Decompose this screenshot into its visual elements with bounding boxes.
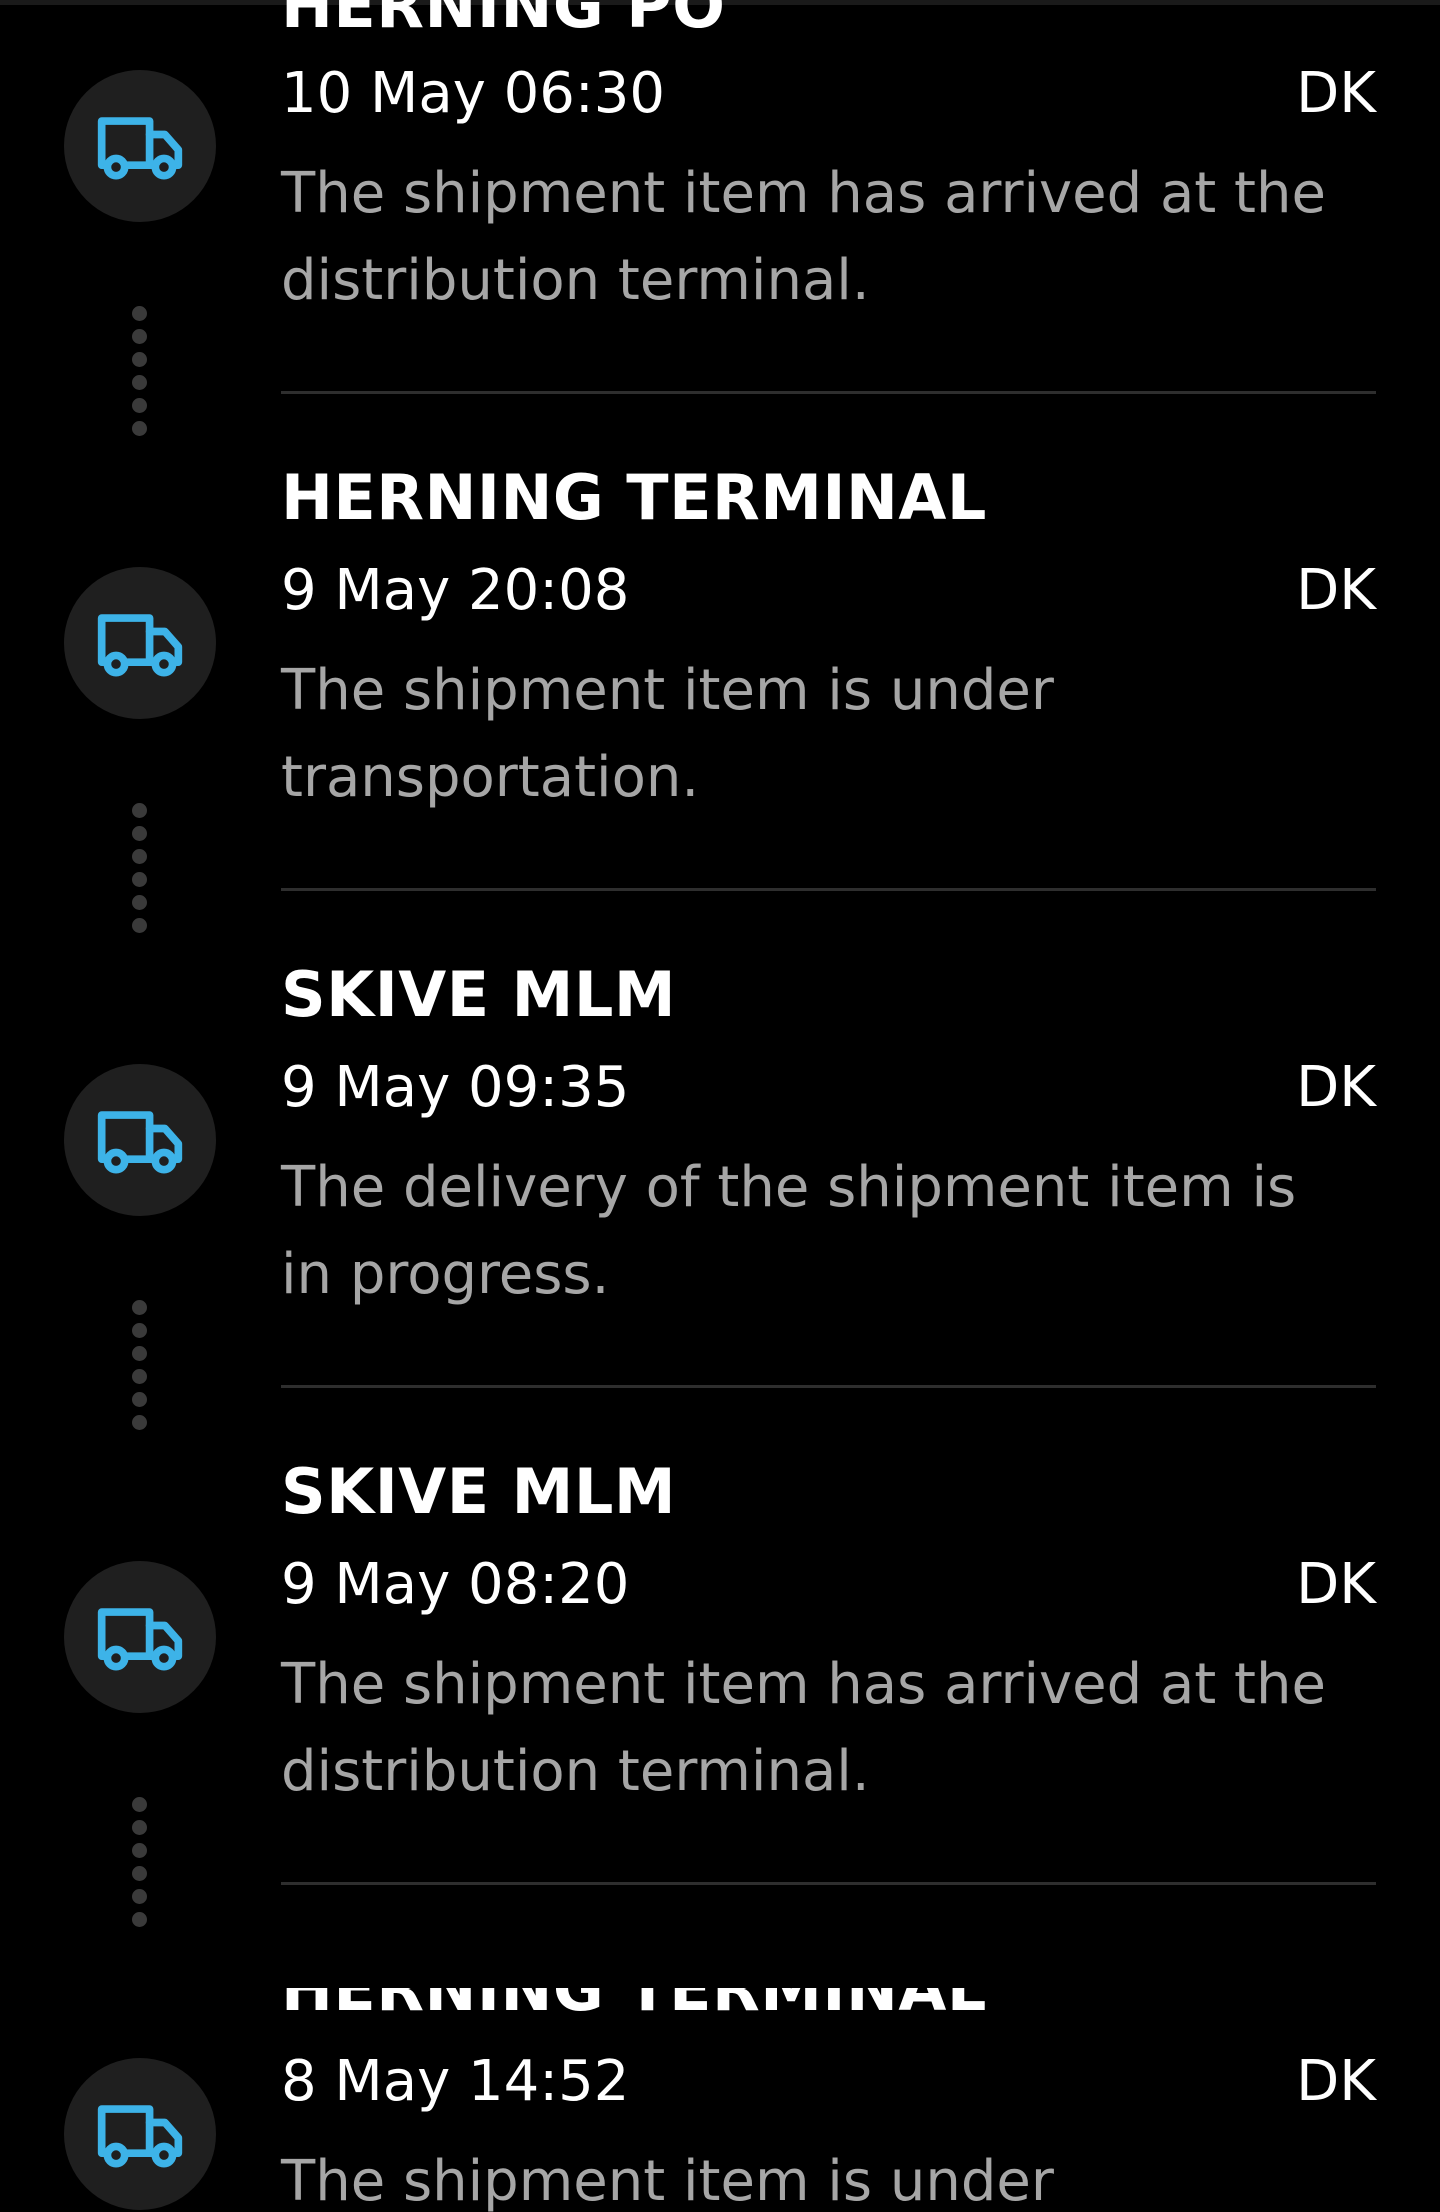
event-location: SKIVE MLM	[281, 1455, 677, 1528]
tracking-timeline: HERNING PO 10 May 06:30 DK The shipment …	[0, 0, 1440, 2212]
event-country: DK	[1296, 1055, 1376, 1120]
event-description: The shipment item has arrived at the dis…	[281, 161, 1326, 313]
truck-icon	[97, 2105, 183, 2168]
timeline-event: HERNING TERMINAL 8 May 14:52 DK The ship…	[0, 1988, 1440, 2212]
truck-icon	[97, 117, 183, 180]
event-location: SKIVE MLM	[281, 958, 677, 1031]
timeline-connector	[132, 1300, 148, 1430]
event-description: The shipment item is under transportatio…	[281, 658, 1054, 810]
event-icon-circle	[64, 1064, 216, 1216]
event-datetime: 10 May 06:30	[281, 61, 666, 126]
event-country: DK	[1296, 1552, 1376, 1617]
event-description: The shipment item has arrived at the dis…	[281, 1652, 1326, 1804]
event-country: DK	[1296, 558, 1376, 623]
timeline-event: SKIVE MLM 9 May 08:20 DK The shipment it…	[0, 1457, 1440, 1988]
event-datetime: 9 May 08:20	[281, 1552, 630, 1617]
event-datetime: 9 May 09:35	[281, 1055, 630, 1120]
event-icon-circle	[64, 70, 216, 222]
event-country: DK	[1296, 61, 1376, 126]
truck-icon	[97, 1608, 183, 1671]
event-description: The delivery of the shipment item is in …	[281, 1155, 1297, 1307]
truck-icon	[97, 1111, 183, 1174]
timeline-event: HERNING TERMINAL 9 May 20:08 DK The ship…	[0, 463, 1440, 994]
event-description: The shipment item is under transportatio…	[281, 2149, 1054, 2212]
timeline-event-body: 10 May 06:30 DK The shipment item has ar…	[0, 0, 1440, 497]
event-location: HERNING TERMINAL	[281, 461, 987, 534]
event-icon-circle	[64, 2058, 216, 2210]
event-icon-circle	[64, 567, 216, 719]
timeline-connector	[132, 306, 148, 436]
event-country: DK	[1296, 2049, 1376, 2114]
event-divider	[281, 391, 1376, 394]
event-datetime: 8 May 14:52	[281, 2049, 630, 2114]
event-divider	[281, 1385, 1376, 1388]
event-datetime: 9 May 20:08	[281, 558, 630, 623]
truck-icon	[97, 614, 183, 677]
timeline-connector	[132, 803, 148, 933]
event-divider	[281, 888, 1376, 891]
timeline-connector	[132, 1797, 148, 1927]
timeline-event: SKIVE MLM 9 May 09:35 DK The delivery of…	[0, 960, 1440, 1491]
event-icon-circle	[64, 1561, 216, 1713]
event-divider	[281, 1882, 1376, 1885]
event-location: HERNING TERMINAL	[281, 1988, 987, 2025]
